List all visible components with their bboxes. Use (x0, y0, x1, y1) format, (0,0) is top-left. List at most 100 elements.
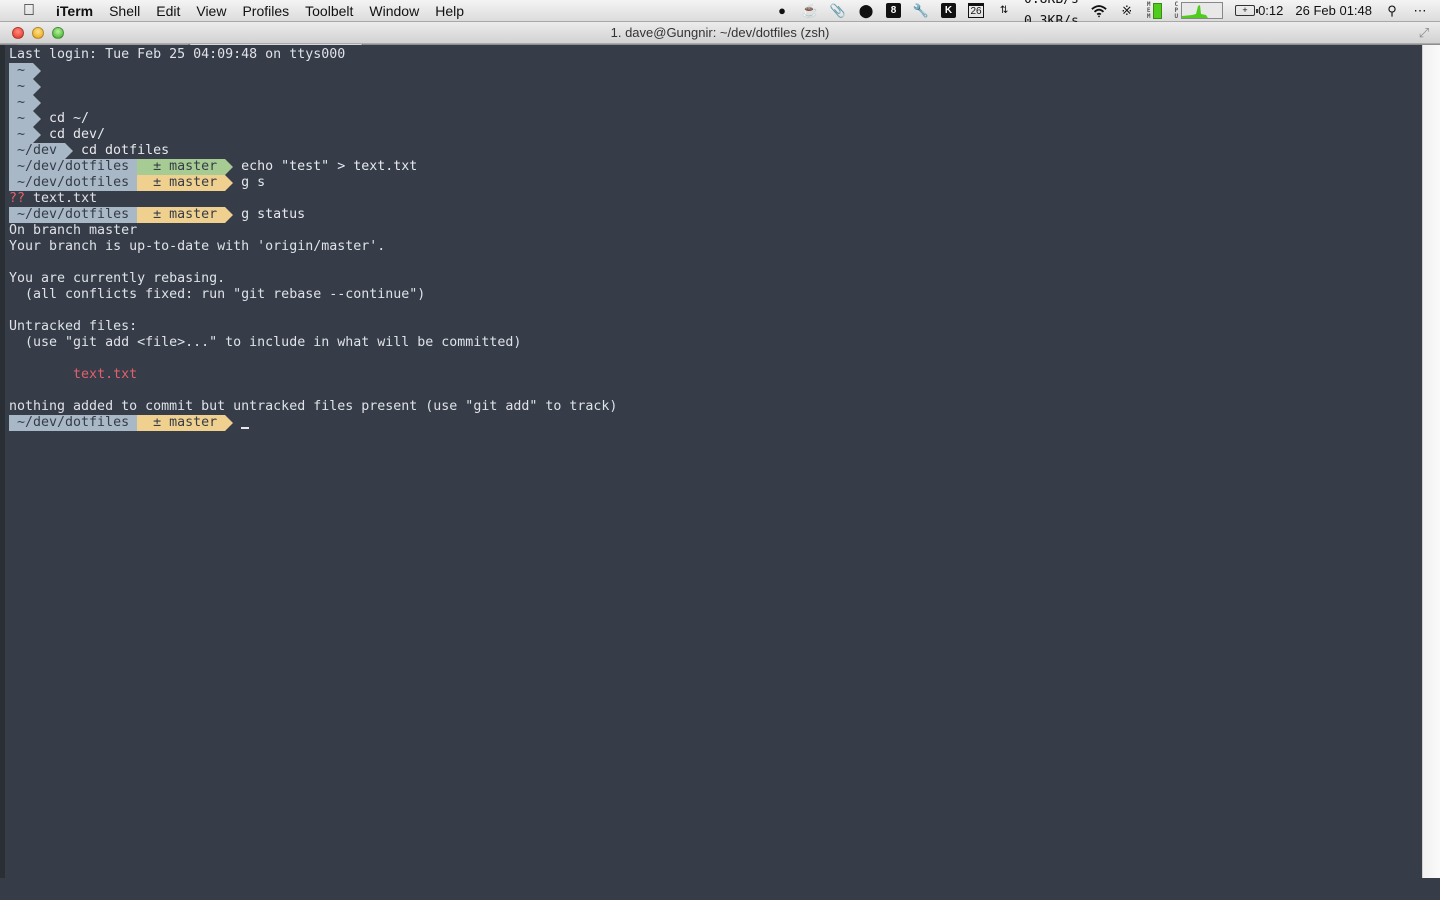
prompt-git-segment-dirty: ± master (137, 175, 226, 191)
battery-time: 0:12 (1258, 2, 1284, 18)
box-icon[interactable]: 8 (886, 3, 902, 18)
minimize-button[interactable] (32, 26, 44, 39)
output-line: (all conflicts fixed: run "git rebase --… (9, 287, 426, 302)
net-up-rate: 0.8KB/s (1024, 0, 1079, 11)
prompt-arrow (33, 127, 42, 143)
more-icon[interactable]: ⋯ (1412, 3, 1428, 19)
scrollbar[interactable] (1422, 45, 1440, 878)
untracked-marker: ?? (9, 191, 26, 206)
memory-bar (1153, 2, 1163, 19)
menu-app-iterm[interactable]: iTerm (54, 0, 101, 22)
prompt-arrow (225, 159, 234, 175)
output-line: On branch master (9, 223, 138, 238)
prompt-dir-segment: ~ (9, 95, 34, 111)
prompt-arrow (225, 415, 234, 431)
untracked-file-line: text.txt (9, 367, 1422, 383)
window-title: 1. dave@Gungnir: ~/dev/dotfiles (zsh) (610, 24, 830, 40)
mem-label: MEM (1146, 0, 1151, 20)
battery-status[interactable]: + 0:12 (1235, 0, 1283, 22)
prompt-dir-segment: ~/dev/dotfiles (9, 207, 138, 223)
prompt-dir-segment: ~ (9, 79, 34, 95)
untracked-file: text.txt (73, 367, 138, 382)
prompt-arrow (65, 143, 74, 159)
output-line: Untracked files: (9, 319, 138, 334)
bluetooth-icon[interactable]: ※ (1119, 3, 1135, 19)
command: cd dotfiles (81, 143, 170, 158)
prompt-line: ~/dev cd dotfiles (9, 143, 1422, 159)
command: echo "test" > text.txt (241, 159, 418, 174)
output-line: (use "git add <file>..." to include in w… (9, 335, 522, 350)
prompt-line: ~ (9, 63, 1422, 79)
status-menus: ● ☕ 📎 ⬤ 8 🔧 K 26 ⇅ 0.8KB/s 0.3KB/s ※ MEM… (768, 0, 1440, 29)
cpu-graph-icon[interactable]: CPU (1174, 0, 1224, 20)
output-line: You are currently rebasing. (9, 271, 226, 286)
prompt-line: ~/dev/dotfiles ± master g status (9, 207, 1422, 223)
prompt-arrow (33, 95, 42, 111)
menu-toolbelt[interactable]: Toolbelt (297, 0, 361, 22)
menu-profiles[interactable]: Profiles (234, 0, 297, 22)
output-line: nothing added to commit but untracked fi… (9, 399, 618, 414)
prompt-line: ~ (9, 95, 1422, 111)
prompt-arrow (33, 63, 42, 79)
current-prompt-line: ~/dev/dotfiles ± master (9, 415, 1422, 431)
terminal-cursor (241, 427, 250, 429)
wifi-icon[interactable] (1091, 3, 1107, 19)
terminal-output[interactable]: Last login: Tue Feb 25 04:09:48 on ttys0… (5, 45, 1422, 878)
prompt-line: ~/dev/dotfiles ± master g s (9, 175, 1422, 191)
prompt-line: ~ cd ~/ (9, 111, 1422, 127)
k-app-icon[interactable]: K (941, 3, 957, 18)
menu-view[interactable]: View (188, 0, 234, 22)
prompt-dir-segment: ~ (9, 111, 34, 127)
window-controls (12, 26, 72, 39)
command: g s (241, 175, 266, 190)
menu-shell[interactable]: Shell (101, 0, 148, 22)
command: cd dev/ (49, 127, 106, 142)
output-line: Your branch is up-to-date with 'origin/m… (9, 239, 386, 254)
prompt-line: ~ (9, 79, 1422, 95)
apple-menu-icon[interactable]:  (18, 2, 40, 20)
short-status-file: text.txt (33, 191, 98, 206)
prompt-dir-segment: ~ (9, 63, 34, 79)
close-button[interactable] (12, 26, 24, 39)
prompt-dir-segment: ~/dev/dotfiles (9, 175, 138, 191)
prompt-dir-segment: ~ (9, 127, 34, 143)
prompt-git-segment-clean: ± master (137, 159, 226, 175)
prompt-line: ~/dev/dotfiles ± master echo "test" > text… (9, 159, 1422, 175)
sync-icon[interactable]: ⇅ (996, 3, 1012, 19)
prompt-arrow (225, 207, 234, 223)
command: g status (241, 207, 306, 222)
prompt-git-segment-dirty: ± master (137, 207, 226, 223)
balloon-icon[interactable]: ● (774, 3, 790, 19)
prompt-arrow (33, 79, 42, 95)
fullscreen-icon[interactable]: ⤢ (1416, 25, 1432, 41)
clock[interactable]: 26 Feb 01:48 (1295, 0, 1372, 22)
prompt-dir-segment: ~/dev (9, 143, 66, 159)
spotlight-search-icon[interactable]: ⚲ (1384, 3, 1400, 19)
memory-meter-icon[interactable]: MEM (1146, 0, 1163, 20)
prompt-git-segment-dirty: ± master (137, 415, 226, 431)
menu-help[interactable]: Help (427, 0, 472, 22)
wrench-icon[interactable]: 🔧 (913, 3, 929, 19)
prompt-line: ~ cd dev/ (9, 127, 1422, 143)
last-login-line: Last login: Tue Feb 25 04:09:48 on ttys0… (9, 47, 346, 62)
menu-edit[interactable]: Edit (148, 0, 188, 22)
cpu-label: CPU (1174, 0, 1179, 20)
title-bar[interactable]: 1. dave@Gungnir: ~/dev/dotfiles (zsh) ⤢ (0, 22, 1440, 44)
dark-dot-icon[interactable]: ⬤ (858, 3, 874, 19)
coffee-cup-icon[interactable]: ☕ (802, 3, 818, 19)
battery-icon: + (1235, 5, 1259, 16)
prompt-arrow (33, 111, 42, 127)
menu-window[interactable]: Window (361, 0, 427, 22)
prompt-arrow (225, 175, 234, 191)
zoom-button[interactable] (52, 26, 64, 39)
command: cd ~/ (49, 111, 90, 126)
calendar-icon[interactable]: 26 (968, 3, 985, 18)
paperclip-icon[interactable]: 📎 (830, 3, 846, 19)
short-status-line: ?? text.txt (9, 191, 1422, 207)
prompt-dir-segment: ~/dev/dotfiles (9, 159, 138, 175)
prompt-dir-segment: ~/dev/dotfiles (9, 415, 138, 431)
cpu-graph (1181, 2, 1224, 19)
